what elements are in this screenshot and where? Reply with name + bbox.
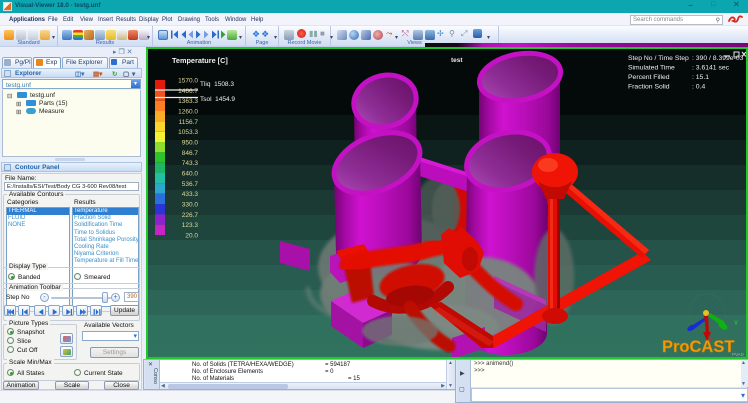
svg-text:743.3: 743.3 <box>182 160 199 167</box>
svg-text:330.0: 330.0 <box>182 202 199 209</box>
svg-text:1570.0: 1570.0 <box>178 78 198 85</box>
svg-text:1466.7: 1466.7 <box>178 88 198 95</box>
svg-text:1053.3: 1053.3 <box>178 129 198 136</box>
svg-text:1260.0: 1260.0 <box>178 109 198 116</box>
svg-text:Percent Filled: Percent Filled <box>628 74 670 81</box>
svg-text:226.7: 226.7 <box>182 212 199 219</box>
svg-text:1363.3: 1363.3 <box>178 98 198 105</box>
svg-text:640.0: 640.0 <box>182 171 199 178</box>
svg-text:Tsol 1454.9: Tsol 1454.9 <box>200 96 235 103</box>
svg-text:Fraction Solid: Fraction Solid <box>628 84 670 91</box>
svg-text:Tliq 1508.3: Tliq 1508.3 <box>200 81 234 88</box>
svg-text:846.7: 846.7 <box>182 150 199 157</box>
svg-text:950.0: 950.0 <box>182 140 199 147</box>
svg-text:: 0.4: : 0.4 <box>692 84 705 91</box>
svg-text:PVAD: PVAD <box>732 352 745 357</box>
svg-text:test: test <box>451 57 463 64</box>
svg-text:Temperature [C]: Temperature [C] <box>172 56 228 65</box>
svg-text:: 390 / 8.399e-03: : 390 / 8.399e-03 <box>692 55 744 62</box>
svg-text:433.3: 433.3 <box>182 191 199 198</box>
svg-text:Y: Y <box>734 321 738 327</box>
svg-text:Simulated Time: Simulated Time <box>628 65 675 72</box>
svg-text:: 15.1: : 15.1 <box>692 74 709 81</box>
svg-text:123.3: 123.3 <box>182 222 199 229</box>
svg-text:536.7: 536.7 <box>182 181 199 188</box>
svg-text:ProCAST: ProCAST <box>662 338 734 356</box>
svg-text:1156.7: 1156.7 <box>179 119 199 126</box>
svg-text:20.0: 20.0 <box>185 233 198 240</box>
svg-text:: 3.6141 sec: : 3.6141 sec <box>692 65 730 72</box>
svg-text:Step No / Time Step: Step No / Time Step <box>628 55 689 62</box>
